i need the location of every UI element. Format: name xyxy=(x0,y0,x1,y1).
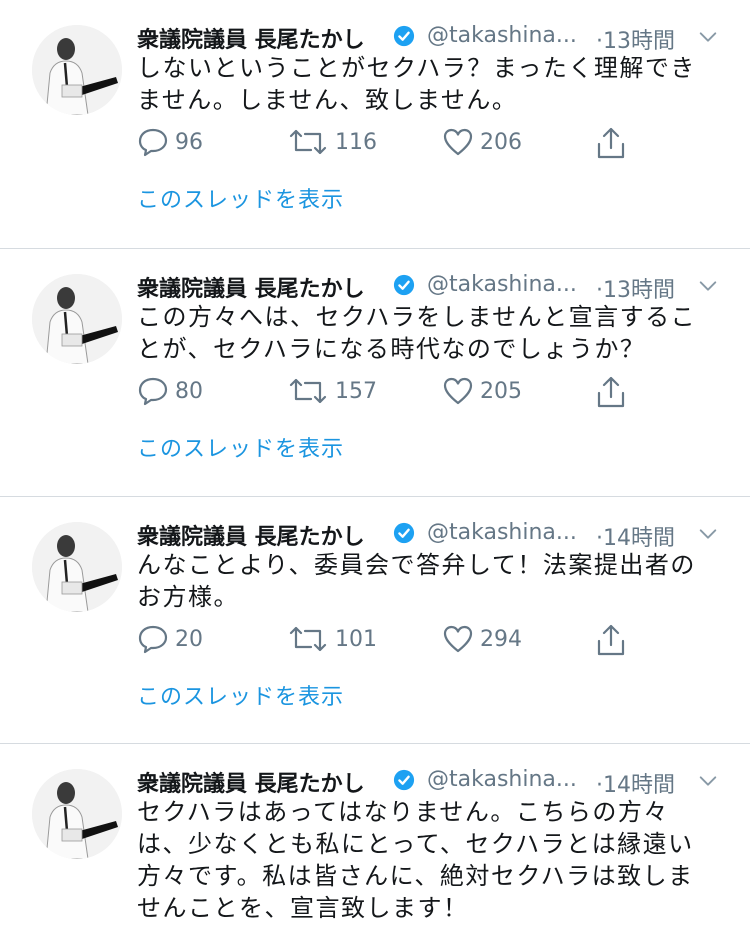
author-handle[interactable]: @takashina... xyxy=(427,767,577,792)
share-icon xyxy=(597,376,625,408)
retweet-count: 157 xyxy=(335,379,377,404)
author-name[interactable]: 衆議院議員 長尾たかし xyxy=(137,519,365,551)
reply-count: 80 xyxy=(175,379,203,404)
show-thread-link[interactable]: このスレッドを表示 xyxy=(137,679,344,711)
tweet-actions: 20 101 294 xyxy=(137,623,657,657)
verified-badge-icon xyxy=(393,274,415,296)
retweet-icon xyxy=(289,378,327,404)
verified-badge-icon xyxy=(393,25,415,47)
like-count: 294 xyxy=(480,627,522,652)
tweet-actions: 80 157 205 xyxy=(137,375,657,409)
author-name[interactable]: 衆議院議員 長尾たかし xyxy=(137,22,365,54)
tweet[interactable]: 衆議院議員 長尾たかし @takashina... ·13時間 この方々へは、セ… xyxy=(0,249,750,496)
share-icon xyxy=(597,624,625,656)
reply-icon xyxy=(138,377,168,406)
tweet-header: 衆議院議員 長尾たかし @takashina... ·14時間 xyxy=(137,513,737,553)
tweet-timestamp[interactable]: ·13時間 xyxy=(596,272,675,304)
tweet[interactable]: 衆議院議員 長尾たかし @takashina... ·14時間 んなことより、委… xyxy=(0,497,750,743)
heart-icon xyxy=(443,625,473,653)
avatar[interactable] xyxy=(32,522,122,612)
tweet-actions: 96 116 206 xyxy=(137,126,657,160)
author-handle[interactable]: @takashina... xyxy=(427,23,577,48)
tweet-header: 衆議院議員 長尾たかし @takashina... ·13時間 xyxy=(137,265,737,305)
author-handle[interactable]: @takashina... xyxy=(427,520,577,545)
heart-icon xyxy=(443,128,473,156)
verified-badge-icon xyxy=(393,769,415,791)
author-name[interactable]: 衆議院議員 長尾たかし xyxy=(137,766,365,798)
tweet-timestamp[interactable]: ·14時間 xyxy=(596,767,675,799)
tweet[interactable]: 衆議院議員 長尾たかし @takashina... ·14時間 セクハラはあって… xyxy=(0,744,750,940)
author-name[interactable]: 衆議院議員 長尾たかし xyxy=(137,271,365,303)
avatar[interactable] xyxy=(32,274,122,364)
tweet[interactable]: 衆議院議員 長尾たかし @takashina... ·13時間 しないということ… xyxy=(0,0,750,248)
tweet-header: 衆議院議員 長尾たかし @takashina... ·14時間 xyxy=(137,760,737,800)
reply-count: 20 xyxy=(175,627,203,652)
reply-icon xyxy=(138,128,168,157)
tweet-text: この方々へは、セクハラをしませんと宣言することが、セクハラになる時代なのでしょう… xyxy=(137,303,697,363)
reply-icon xyxy=(138,625,168,654)
retweet-icon xyxy=(289,129,327,155)
retweet-icon xyxy=(289,626,327,652)
show-thread-link[interactable]: このスレッドを表示 xyxy=(137,431,344,463)
tweet-timestamp[interactable]: ·14時間 xyxy=(596,520,675,552)
tweet-text: しないということがセクハラ？まったく理解できません。しません、致しません。 xyxy=(137,54,696,114)
retweet-count: 116 xyxy=(335,130,377,155)
chevron-down-icon[interactable] xyxy=(697,26,719,48)
chevron-down-icon[interactable] xyxy=(697,275,719,297)
share-icon xyxy=(597,127,625,159)
like-count: 205 xyxy=(480,379,522,404)
retweet-count: 101 xyxy=(335,627,377,652)
tweet-timestamp[interactable]: ·13時間 xyxy=(596,23,675,55)
verified-badge-icon xyxy=(393,522,415,544)
tweet-text: んなことより、委員会で答弁して！法案提出者のお方様。 xyxy=(137,551,696,611)
chevron-down-icon[interactable] xyxy=(697,523,719,545)
tweet-text: セクハラはあってはなりません。こちらの方々は、少なくとも私にとって、セクハラとは… xyxy=(137,798,694,922)
author-handle[interactable]: @takashina... xyxy=(427,272,577,297)
tweet-header: 衆議院議員 長尾たかし @takashina... ·13時間 xyxy=(137,16,737,56)
heart-icon xyxy=(443,377,473,405)
like-count: 206 xyxy=(480,130,522,155)
tweet-feed: 衆議院議員 長尾たかし @takashina... ·13時間 しないということ… xyxy=(0,0,750,940)
reply-count: 96 xyxy=(175,130,203,155)
avatar[interactable] xyxy=(32,25,122,115)
show-thread-link[interactable]: このスレッドを表示 xyxy=(137,182,344,214)
chevron-down-icon[interactable] xyxy=(697,770,719,792)
avatar[interactable] xyxy=(32,769,122,859)
